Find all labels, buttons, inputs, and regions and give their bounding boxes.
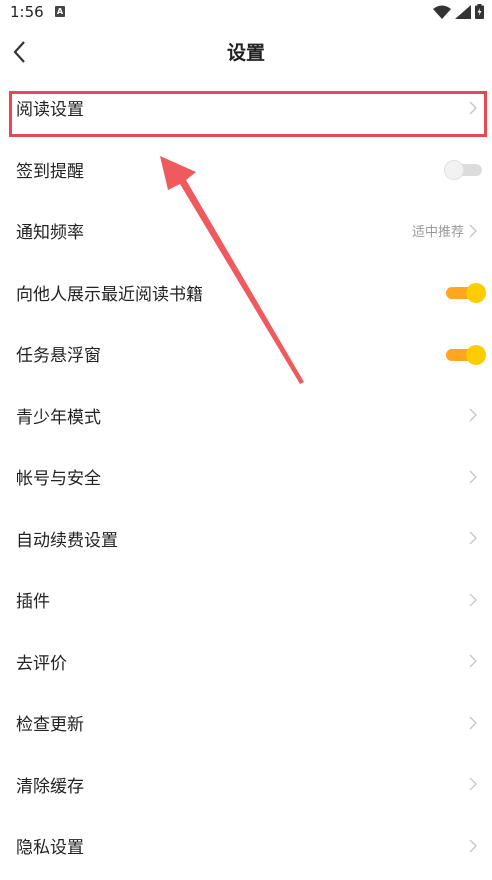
row-notification-frequency[interactable]: 通知频率 适中推荐 [0,200,492,262]
row-clear-cache[interactable]: 清除缓存 [0,754,492,816]
row-check-update[interactable]: 检查更新 [0,692,492,754]
row-label: 通知频率 [16,223,84,244]
chevron-right-icon [469,408,477,422]
row-label: 青少年模式 [16,407,101,428]
chevron-right-icon [469,654,477,668]
row-label: 检查更新 [16,715,84,736]
row-privacy-settings[interactable]: 隐私设置 [0,815,492,877]
chevron-right-icon [469,531,477,545]
show-recent-books-toggle[interactable] [446,282,486,304]
row-rate-app[interactable]: 去评价 [0,631,492,693]
row-label: 去评价 [16,653,67,674]
battery-icon [475,4,484,19]
chevron-right-icon [469,593,477,607]
annotation-highlight-box [9,91,487,137]
row-teen-mode[interactable]: 青少年模式 [0,385,492,447]
row-label: 清除缓存 [16,776,84,797]
row-account-security[interactable]: 帐号与安全 [0,446,492,508]
row-label: 向他人展示最近阅读书籍 [16,284,203,305]
row-label: 帐号与安全 [16,469,101,490]
row-label: 签到提醒 [16,161,84,182]
row-task-float-window: 任务悬浮窗 [0,323,492,385]
notification-icon: A [55,6,65,17]
row-label: 任务悬浮窗 [16,346,101,367]
header: 设置 [0,26,492,78]
chevron-right-icon [469,470,477,484]
task-float-window-toggle[interactable] [446,344,486,365]
row-label: 插件 [16,592,50,613]
page-title: 设置 [226,42,265,64]
chevron-right-icon [469,777,477,791]
row-value: 适中推荐 [411,225,464,241]
checkin-reminder-toggle[interactable] [444,159,484,181]
status-bar: 1:56 A [0,0,492,26]
row-label: 自动续费设置 [16,530,118,551]
status-time: 1:56 [10,3,44,21]
row-show-recent-books: 向他人展示最近阅读书籍 [0,262,492,324]
chevron-right-icon [469,839,477,853]
chevron-right-icon [469,716,477,730]
row-plugins[interactable]: 插件 [0,569,492,631]
signal-icon [455,4,471,19]
row-label: 隐私设置 [16,838,84,859]
settings-list: 阅读设置 签到提醒 通知频率 适中推荐 向他人展示最近阅读书籍 任务悬浮窗 青少… [0,77,492,877]
row-auto-renew[interactable]: 自动续费设置 [0,508,492,570]
wifi-icon [433,5,451,19]
row-checkin-reminder: 签到提醒 [0,139,492,201]
chevron-right-icon [469,224,477,238]
